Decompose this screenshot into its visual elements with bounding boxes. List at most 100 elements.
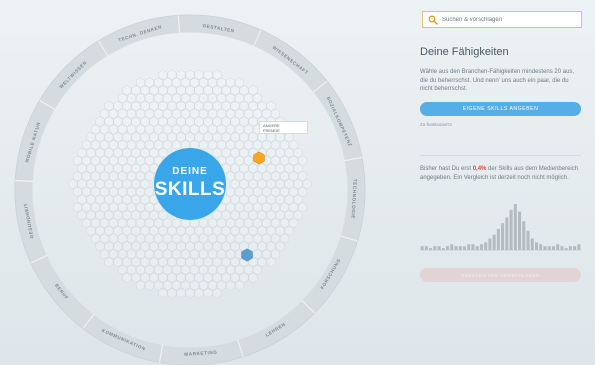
skill-hex[interactable] [235, 139, 244, 151]
skill-hex[interactable] [136, 249, 145, 260]
skill-hex[interactable] [208, 249, 217, 260]
skill-hex[interactable] [217, 93, 226, 104]
skill-hex[interactable] [257, 100, 267, 112]
skill-hex[interactable] [235, 155, 244, 166]
skill-hex[interactable] [104, 210, 114, 221]
skill-hex[interactable] [118, 139, 127, 151]
skill-hex[interactable] [275, 163, 285, 174]
skill-hex[interactable] [100, 249, 109, 260]
skill-hex[interactable] [275, 225, 285, 236]
skill-hex[interactable] [244, 202, 253, 213]
skill-hex[interactable] [77, 210, 87, 221]
skill-hex[interactable] [154, 233, 163, 244]
skill-hex[interactable] [217, 77, 226, 88]
skill-hex[interactable] [266, 100, 276, 112]
skill-hex[interactable] [104, 241, 114, 252]
skill-hex[interactable] [208, 124, 217, 135]
skill-hex[interactable] [244, 217, 253, 229]
skill-hex[interactable] [257, 194, 267, 205]
skill-hex[interactable] [167, 132, 177, 143]
skill-hex[interactable] [248, 100, 258, 112]
skill-hex[interactable] [284, 163, 294, 174]
skill-hex[interactable] [172, 93, 181, 104]
skill-hex[interactable] [212, 85, 222, 96]
skill-hex[interactable] [158, 147, 168, 158]
skill-hex[interactable] [271, 139, 280, 151]
skill-hex[interactable] [113, 256, 123, 268]
skill-hex[interactable] [280, 202, 289, 213]
skill-hex[interactable] [145, 171, 154, 182]
skill-hex[interactable] [131, 210, 141, 221]
skill-hex[interactable] [109, 217, 118, 229]
skill-hex[interactable] [253, 264, 262, 275]
skill-hex[interactable] [190, 124, 199, 135]
skill-hex[interactable] [100, 124, 109, 135]
skill-hex[interactable] [145, 108, 154, 119]
skill-hex[interactable] [226, 233, 235, 244]
skill-hex[interactable] [140, 256, 150, 268]
skill-hex[interactable] [167, 69, 177, 80]
skill-hex[interactable] [77, 178, 87, 190]
skill-hex[interactable] [253, 108, 262, 119]
skill-hex[interactable] [280, 233, 289, 244]
skill-hex[interactable] [104, 116, 114, 127]
skill-hex[interactable] [176, 288, 186, 299]
skill-hex[interactable] [203, 241, 213, 252]
skill-hex[interactable] [77, 194, 87, 205]
skill-hex[interactable] [275, 241, 285, 252]
skill-hex[interactable] [158, 85, 168, 96]
skill-hex[interactable] [271, 249, 280, 260]
skill-hex[interactable] [118, 249, 127, 260]
skill-hex[interactable] [271, 155, 280, 166]
skill-hex[interactable] [127, 202, 136, 213]
skill-hex[interactable] [91, 233, 100, 244]
skill-hex[interactable] [262, 186, 271, 197]
skill-hex[interactable] [262, 249, 271, 260]
skill-hex[interactable] [280, 155, 289, 166]
skill-hex[interactable] [226, 264, 235, 275]
skill-hex[interactable] [208, 264, 217, 275]
skill-hex[interactable] [163, 139, 172, 151]
skill-hex[interactable] [199, 93, 208, 104]
skill-hex[interactable] [199, 249, 208, 260]
skill-hex[interactable] [122, 256, 132, 268]
skill-hex[interactable] [77, 163, 87, 174]
skill-hex[interactable] [109, 233, 118, 244]
skill-hex[interactable] [136, 139, 145, 151]
skill-hex[interactable] [230, 225, 240, 236]
skill-hex[interactable] [181, 108, 190, 119]
skill-hex[interactable] [176, 100, 186, 112]
skill-hex[interactable] [136, 171, 145, 182]
skill-hex[interactable] [226, 108, 235, 119]
skill-hex[interactable] [248, 272, 258, 283]
skill-hex[interactable] [100, 155, 109, 166]
skill-hex[interactable] [190, 77, 199, 88]
skill-hex[interactable] [181, 233, 190, 244]
skill-hex[interactable] [122, 210, 132, 221]
skill-hex[interactable] [221, 147, 231, 158]
skill-hex[interactable] [298, 171, 307, 182]
skill-hex[interactable] [221, 225, 231, 236]
skill-hex[interactable] [230, 85, 240, 96]
skill-hex[interactable] [280, 186, 289, 197]
skill-hex[interactable] [131, 272, 141, 283]
skill-hex[interactable] [163, 280, 172, 291]
skill-hex[interactable] [118, 155, 127, 166]
skill-hex[interactable] [217, 264, 226, 275]
skill-hex[interactable] [118, 202, 127, 213]
skill-hex[interactable] [203, 272, 213, 283]
skill-hex[interactable] [172, 280, 181, 291]
skill-hex[interactable] [113, 147, 123, 158]
skill-hex[interactable] [172, 108, 181, 119]
skill-hex[interactable] [262, 202, 271, 213]
skill-hex[interactable] [235, 233, 244, 244]
skill-hex[interactable] [289, 155, 298, 166]
skill-hex[interactable] [257, 178, 267, 190]
skill-hex[interactable] [199, 264, 208, 275]
skill-hex[interactable] [262, 171, 271, 182]
skill-hex[interactable] [208, 280, 217, 291]
skill-hex[interactable] [212, 147, 222, 158]
skill-hex[interactable] [127, 124, 136, 135]
skill-hex[interactable] [104, 100, 114, 112]
skill-hex[interactable] [82, 139, 91, 151]
